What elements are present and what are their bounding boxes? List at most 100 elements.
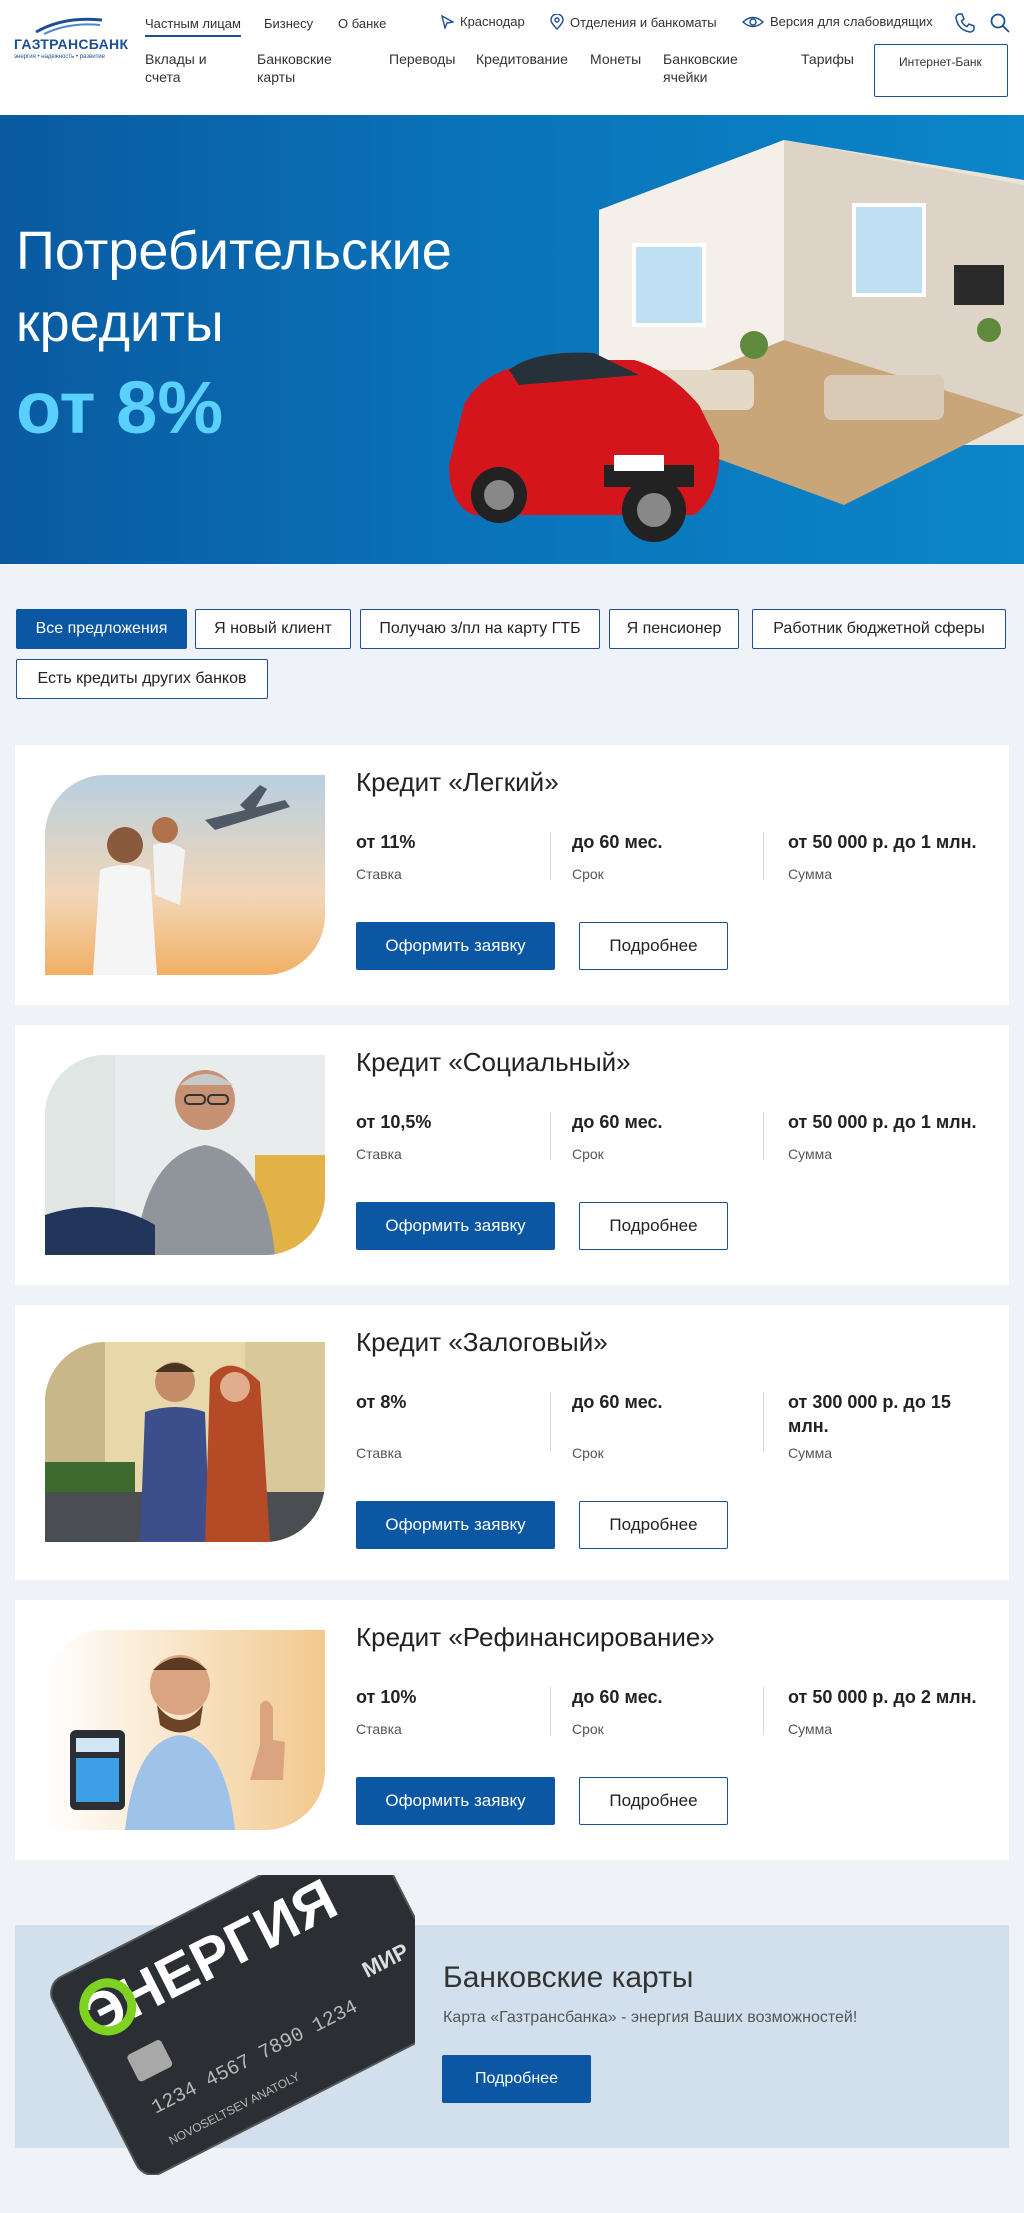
product-image-man-calculator — [45, 1630, 325, 1830]
hero-rate: от 8% — [16, 366, 224, 449]
product-term: до 60 мес. Срок — [572, 1685, 772, 1737]
term-value: до 60 мес. — [572, 1112, 663, 1132]
rate-label: Ставка — [356, 1146, 402, 1162]
apply-button[interactable]: Оформить заявку — [356, 1501, 555, 1549]
nav-credit[interactable]: Кредитование — [476, 50, 568, 68]
filter-new-client[interactable]: Я новый клиент — [195, 609, 351, 649]
phone-icon[interactable] — [954, 12, 976, 34]
param-divider — [763, 1112, 764, 1160]
nav-coins[interactable]: Монеты — [590, 50, 641, 68]
product-rate: от 11% Ставка — [356, 830, 556, 882]
product-rate: от 10,5% Ставка — [356, 1110, 556, 1162]
product-image-couple — [45, 1342, 325, 1542]
term-label: Срок — [572, 1721, 604, 1737]
amount-label: Сумма — [788, 1721, 832, 1737]
logo-text: ГАЗТРАНСБАНК — [14, 36, 129, 52]
amount-label: Сумма — [788, 1146, 832, 1162]
segment-private[interactable]: Частным лицам — [145, 16, 241, 37]
rate-value: от 10% — [356, 1687, 417, 1707]
term-label: Срок — [572, 1445, 604, 1461]
product-title: Кредит «Рефинансирование» — [356, 1622, 715, 1652]
more-button[interactable]: Подробнее — [579, 1202, 728, 1250]
nav-safe-boxes[interactable]: Банковские ячейки — [663, 50, 753, 86]
apply-button[interactable]: Оформить заявку — [356, 1777, 555, 1825]
rate-label: Ставка — [356, 1445, 402, 1461]
rate-value: от 10,5% — [356, 1112, 432, 1132]
internet-bank-button[interactable]: Интернет-Банк — [874, 44, 1008, 97]
nav-transfers[interactable]: Переводы — [389, 50, 455, 68]
product-term: до 60 мес. Срок — [572, 1390, 772, 1461]
accessibility-link[interactable]: Версия для слабовидящих — [742, 14, 933, 29]
bank-cards-banner: ЭНЕРГИЯ 1234 4567 7890 1234 NOVOSELTSEV … — [15, 1875, 1009, 2175]
param-divider — [550, 1112, 551, 1160]
param-divider — [763, 1392, 764, 1452]
product-card-light: Кредит «Легкий» от 11% Ставка до 60 мес.… — [15, 745, 1009, 1005]
logo-swoosh-icon — [35, 17, 103, 35]
amount-label: Сумма — [788, 866, 832, 882]
filter-pensioner[interactable]: Я пенсионер — [609, 609, 739, 649]
segment-business[interactable]: Бизнесу — [264, 16, 313, 31]
param-divider — [763, 1687, 764, 1735]
apply-button[interactable]: Оформить заявку — [356, 922, 555, 970]
branches-label: Отделения и банкоматы — [570, 14, 717, 30]
term-value: до 60 мес. — [572, 1392, 663, 1412]
accessibility-label: Версия для слабовидящих — [770, 14, 933, 29]
product-amount: от 50 000 р. до 2 млн. Сумма — [788, 1685, 998, 1737]
filter-all[interactable]: Все предложения — [16, 609, 187, 649]
site-header: ГАЗТРАНСБАНК энергия • надежность • разв… — [0, 0, 1024, 115]
amount-value: от 50 000 р. до 1 млн. — [788, 832, 977, 852]
eye-icon — [742, 16, 764, 27]
product-rate: от 8% Ставка — [356, 1390, 556, 1461]
product-amount: от 50 000 р. до 1 млн. Сумма — [788, 830, 998, 882]
amount-label: Сумма — [788, 1445, 832, 1461]
more-button[interactable]: Подробнее — [579, 1777, 728, 1825]
nav-cards[interactable]: Банковские карты — [257, 50, 347, 86]
city-label: Краснодар — [460, 14, 525, 29]
product-title: Кредит «Залоговый» — [356, 1327, 608, 1357]
segment-about[interactable]: О банке — [338, 16, 386, 31]
term-label: Срок — [572, 1146, 604, 1162]
map-pin-icon — [550, 14, 564, 30]
param-divider — [550, 1687, 551, 1735]
term-value: до 60 мес. — [572, 832, 663, 852]
amount-value: от 300 000 р. до 15 млн. — [788, 1392, 951, 1436]
more-button[interactable]: Подробнее — [579, 1501, 728, 1549]
term-value: до 60 мес. — [572, 1687, 663, 1707]
product-amount: от 50 000 р. до 1 млн. Сумма — [788, 1110, 998, 1162]
product-term: до 60 мес. Срок — [572, 830, 772, 882]
rate-label: Ставка — [356, 866, 402, 882]
filter-public-sector[interactable]: Работник бюджетной сферы — [752, 609, 1006, 649]
search-icon[interactable] — [989, 12, 1011, 34]
bank-card-image: ЭНЕРГИЯ 1234 4567 7890 1234 NOVOSELTSEV … — [50, 1875, 415, 2175]
cards-banner-subtitle: Карта «Газтрансбанка» - энергия Ваших во… — [443, 2009, 858, 2026]
filter-salary-card[interactable]: Получаю з/пл на карту ГТБ — [360, 609, 600, 649]
nav-deposits[interactable]: Вклады и счета — [145, 50, 235, 86]
param-divider — [550, 1392, 551, 1452]
product-card-social: Кредит «Социальный» от 10,5% Ставка до 6… — [15, 1025, 1009, 1285]
apply-button[interactable]: Оформить заявку — [356, 1202, 555, 1250]
param-divider — [763, 832, 764, 880]
rate-value: от 11% — [356, 832, 416, 852]
rate-label: Ставка — [356, 1721, 402, 1737]
product-image-family — [45, 775, 325, 975]
bank-logo[interactable]: ГАЗТРАНСБАНК энергия • надежность • разв… — [14, 14, 129, 64]
hero-illustration — [449, 140, 1024, 542]
nav-tariffs[interactable]: Тарифы — [801, 50, 854, 68]
amount-value: от 50 000 р. до 2 млн. — [788, 1687, 977, 1707]
cards-banner-title: Банковские карты — [443, 1961, 694, 1994]
product-title: Кредит «Социальный» — [356, 1047, 631, 1077]
product-card-collateral: Кредит «Залоговый» от 8% Ставка до 60 ме… — [15, 1305, 1009, 1580]
product-card-refinancing: Кредит «Рефинансирование» от 10% Ставка … — [15, 1600, 1009, 1860]
filter-other-bank-loans[interactable]: Есть кредиты других банков — [16, 659, 268, 699]
param-divider — [550, 832, 551, 880]
product-title: Кредит «Легкий» — [356, 767, 559, 797]
rate-value: от 8% — [356, 1392, 407, 1412]
more-button[interactable]: Подробнее — [579, 922, 728, 970]
amount-value: от 50 000 р. до 1 млн. — [788, 1112, 977, 1132]
product-image-senior — [45, 1055, 325, 1255]
logo-tagline: энергия • надежность • развитие — [14, 54, 105, 60]
cards-more-button[interactable]: Подробнее — [442, 2055, 591, 2103]
location-arrow-icon — [441, 14, 454, 29]
branches-link[interactable]: Отделения и банкоматы — [550, 14, 717, 30]
city-selector[interactable]: Краснодар — [440, 14, 525, 29]
